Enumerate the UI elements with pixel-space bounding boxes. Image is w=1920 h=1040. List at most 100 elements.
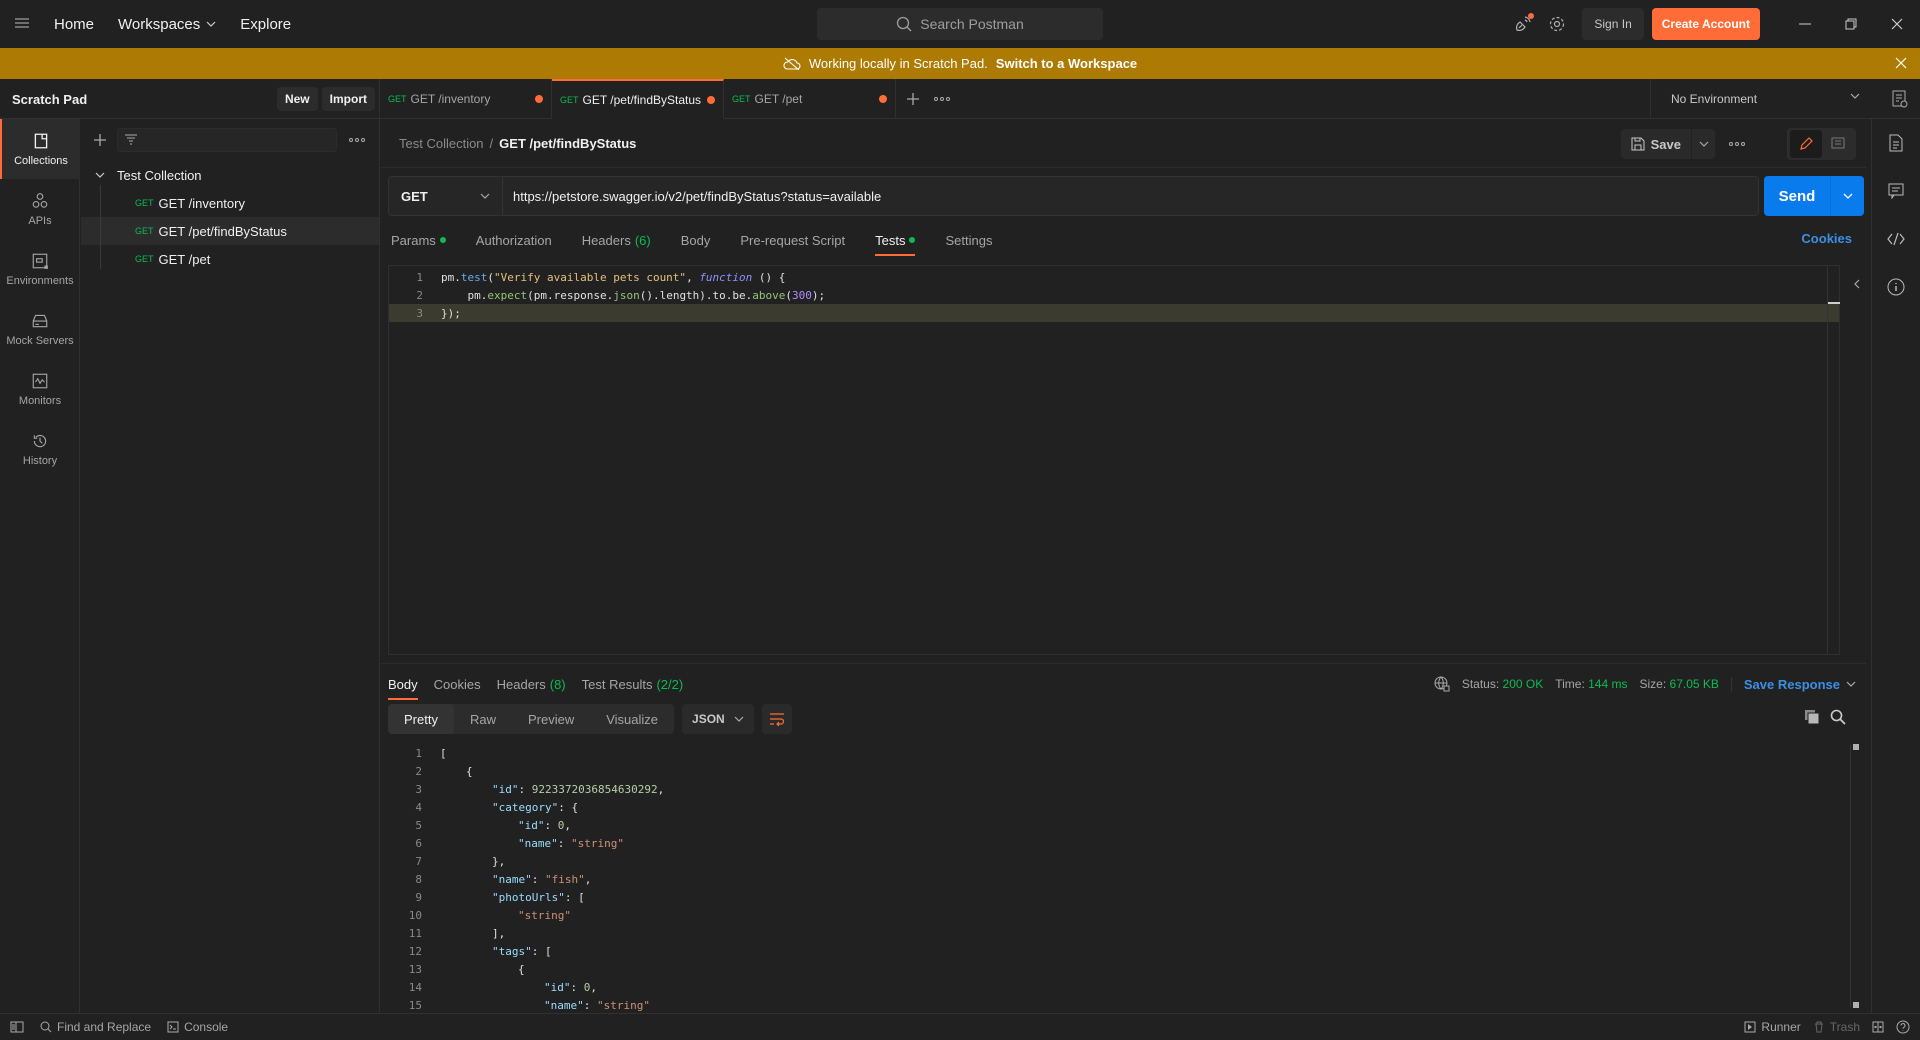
line-number: 10 [408,908,422,922]
satellite-button[interactable] [1506,7,1540,41]
help-button[interactable] [1896,1020,1910,1034]
response-body[interactable]: 1[2{3 "id": 9223372036854630292, 4 "categor… [388,744,1858,1014]
banner-close-button[interactable] [1894,56,1908,70]
sidebar-item-mock-servers[interactable]: Mock Servers [0,299,80,359]
tabs-more-button[interactable] [934,97,950,101]
restore-button[interactable] [1828,0,1874,48]
code-token: "category" [492,800,559,814]
add-collection-button[interactable] [89,133,111,147]
tab-params[interactable]: Params [391,224,446,256]
minimize-button[interactable] [1782,0,1828,48]
code-token: : [ [531,944,552,958]
search-icon [1830,709,1846,725]
send-options-button[interactable] [1830,176,1864,216]
list-item[interactable]: GET GET /pet/findByStatus [81,217,379,245]
snippets-toggle-button[interactable] [1854,279,1860,289]
nav-home[interactable]: Home [54,16,94,33]
code-snippet-button[interactable] [1872,215,1920,263]
code-token: json [613,288,640,302]
search-response-button[interactable] [1830,709,1846,725]
sidebar-item-apis[interactable]: APIs [0,179,80,239]
editor-scrollbar[interactable] [1827,266,1840,654]
breadcrumb-current[interactable]: GET /pet/findByStatus [499,136,636,151]
tab-pre-request-script[interactable]: Pre-request Script [740,224,845,256]
view-preview[interactable]: Preview [512,704,590,734]
wrap-lines-icon [770,713,785,726]
comments-button[interactable] [1872,167,1920,215]
response-tab-body[interactable]: Body [388,668,418,700]
view-visualize[interactable]: Visualize [590,704,674,734]
code-line: 4 "category": { [388,798,1858,816]
toggle-sidebar-button[interactable] [10,1021,24,1033]
sidebar-item-history[interactable]: History [0,419,80,479]
tab-body[interactable]: Body [681,224,711,256]
tab-authorization[interactable]: Authorization [476,224,552,256]
filter-input[interactable] [117,128,337,152]
search-input[interactable]: Search Postman [817,8,1103,40]
copy-response-button[interactable] [1804,709,1820,725]
tab-get-pet-findbystatus[interactable]: GET GET /pet/findByStatus [552,79,724,119]
save-response-button[interactable]: Save Response [1730,676,1856,692]
unsaved-indicator [707,96,715,104]
comments-mode-button[interactable] [1822,130,1854,158]
sidebar-item-label: Mock Servers [6,334,74,347]
tab-headers[interactable]: Headers (6) [582,224,651,256]
sidebar-item-environments[interactable]: Environments [0,239,80,299]
more-icon [349,138,365,142]
list-item[interactable]: GET GET /pet [81,245,379,273]
cookies-link[interactable]: Cookies [1801,231,1852,246]
close-window-button[interactable] [1874,0,1920,48]
hamburger-menu-icon[interactable] [14,16,30,30]
url-input[interactable]: https://petstore.swagger.io/v2/pet/findB… [503,177,1758,215]
tab-get-pet[interactable]: GET GET /pet [724,79,896,119]
save-options-button[interactable] [1691,129,1715,159]
switch-workspace-link[interactable]: Switch to a Workspace [996,56,1137,71]
sidebar-item-monitors[interactable]: Monitors [0,359,80,419]
sidebar-more-button[interactable] [343,138,371,142]
format-select[interactable]: JSON [682,704,755,734]
environment-selector[interactable]: No Environment [1650,79,1880,119]
code-line: 5 "id": 0, [388,816,1858,834]
tab-tests[interactable]: Tests [875,224,916,256]
view-raw[interactable]: Raw [454,704,512,734]
import-button[interactable]: Import [321,87,375,111]
environment-quick-look-button[interactable] [1880,79,1920,119]
code-token: above [752,288,786,302]
collection-test-collection[interactable]: Test Collection [81,161,379,189]
comment-icon [1831,137,1845,149]
response-tab-cookies[interactable]: Cookies [434,668,481,700]
breadcrumb-parent[interactable]: Test Collection [399,136,484,151]
nav-workspaces[interactable]: Workspaces [118,16,216,33]
response-scrollbar[interactable] [1850,744,1862,1008]
view-pretty[interactable]: Pretty [388,704,454,734]
settings-button[interactable] [1540,7,1574,41]
method-select[interactable]: GET [389,177,503,215]
more-icon [934,97,950,101]
trash-button[interactable]: Trash [1813,1020,1860,1034]
runner-button[interactable]: Runner [1744,1020,1801,1034]
request-more-button[interactable] [1717,142,1757,146]
new-button[interactable]: New [276,87,318,111]
list-item[interactable]: GET GET /inventory [81,189,379,217]
send-button[interactable]: Send [1764,176,1830,216]
response-tab-headers[interactable]: Headers (8) [497,668,566,700]
tab-settings[interactable]: Settings [945,224,992,256]
response-tab-test-results[interactable]: Test Results (2/2) [582,668,684,700]
tests-editor[interactable]: 1 pm.test("Verify available pets count", … [388,265,1840,655]
create-account-button[interactable]: Create Account [1651,8,1760,40]
console-button[interactable]: Console [167,1020,228,1034]
tab-get-inventory[interactable]: GET GET /inventory [380,79,552,119]
find-replace-button[interactable]: Find and Replace [40,1020,151,1034]
edit-mode-button[interactable] [1790,130,1822,158]
save-button[interactable]: Save [1621,129,1691,159]
sidebar-item-collections[interactable]: Collections [0,119,80,179]
new-tab-button[interactable] [906,92,920,106]
sign-in-button[interactable]: Sign In [1582,8,1644,40]
info-button[interactable] [1872,263,1920,311]
two-pane-button[interactable] [1872,1021,1884,1033]
tab-label: Settings [945,232,993,248]
wrap-lines-button[interactable] [762,704,793,734]
nav-explore[interactable]: Explore [240,16,291,33]
apis-icon [32,192,48,208]
documentation-button[interactable] [1872,119,1920,167]
